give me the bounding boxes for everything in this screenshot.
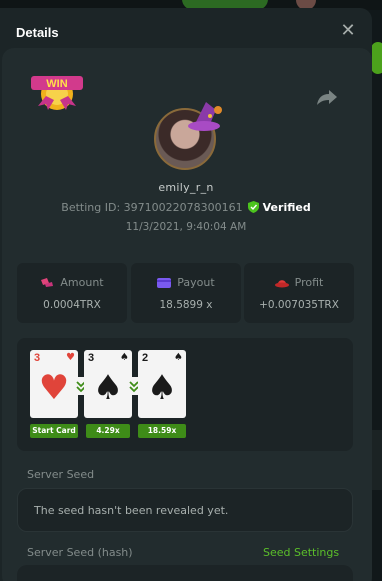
stat-payout-value: 18.5899 x [159, 299, 213, 311]
win-badge-text: WIN [46, 78, 67, 90]
player-avatar-group [154, 102, 230, 170]
server-seed-hash-field[interactable] [17, 565, 353, 581]
stat-payout: Payout 18.5899 x [131, 263, 241, 323]
card-rank: 3 [88, 352, 95, 364]
spade-icon: ♠ [120, 352, 129, 363]
card-label-start: Start Card [30, 424, 78, 438]
stat-profit: Profit +0.007035TRX [244, 263, 354, 323]
win-badge-icon: WIN [31, 76, 83, 110]
background-panel-edge [371, 430, 382, 490]
heart-icon: ♥ [38, 368, 70, 408]
card-third: 2 ♠ ♠ [138, 350, 186, 418]
stat-amount: Amount 0.0004TRX [17, 263, 127, 323]
verified-shield-icon [248, 201, 260, 213]
card-start: 3 ♥ ♥ [30, 350, 78, 418]
stat-amount-value: 0.0004TRX [43, 299, 101, 311]
stat-amount-label: Amount [60, 276, 104, 289]
card-label-multiplier: 4.29x [86, 424, 130, 438]
betting-id-label: Betting ID: [61, 201, 121, 214]
card-rank: 3 [34, 352, 41, 364]
card-label-multiplier: 18.59x [138, 424, 186, 438]
close-icon[interactable]: ✕ [340, 22, 356, 40]
hat-icon [274, 280, 289, 288]
stat-profit-label: Profit [294, 276, 324, 289]
bet-datetime: 11/3/2021, 9:40:04 AM [125, 221, 247, 233]
server-seed-value: The seed hasn't been revealed yet. [34, 504, 229, 517]
heart-icon: ♥ [66, 352, 75, 363]
server-seed-label: Server Seed [27, 468, 95, 481]
background-green-tab [371, 42, 382, 74]
seed-settings-link[interactable]: Seed Settings [263, 546, 339, 559]
modal-title: Details [16, 25, 59, 40]
wallet-icon [157, 278, 172, 288]
betting-id-value: 39710022078300161 [123, 201, 243, 214]
stat-profit-value: +0.007035TRX [259, 299, 339, 311]
stat-payout-label: Payout [177, 276, 215, 289]
server-seed-field[interactable]: The seed hasn't been revealed yet. [17, 488, 353, 532]
username: emily_r_n [158, 181, 214, 194]
spade-icon: ♠ [174, 352, 183, 363]
coins-icon [41, 278, 54, 287]
spade-icon: ♠ [92, 368, 124, 408]
card-second: 3 ♠ ♠ [84, 350, 132, 418]
card-rank: 2 [142, 352, 149, 364]
witch-hat-icon [188, 102, 222, 131]
verified-label: Verified [262, 201, 311, 214]
betting-id-row: Betting ID: 39710022078300161 Verified [0, 201, 372, 214]
share-icon[interactable] [316, 88, 338, 106]
server-seed-hash-label: Server Seed (hash) [27, 546, 133, 559]
cards-panel: 3 ♥ ♥ 3 ♠ ♠ 2 ♠ ♠ Start Card 4.29x 18.59… [17, 338, 353, 451]
spade-icon: ♠ [146, 368, 178, 408]
